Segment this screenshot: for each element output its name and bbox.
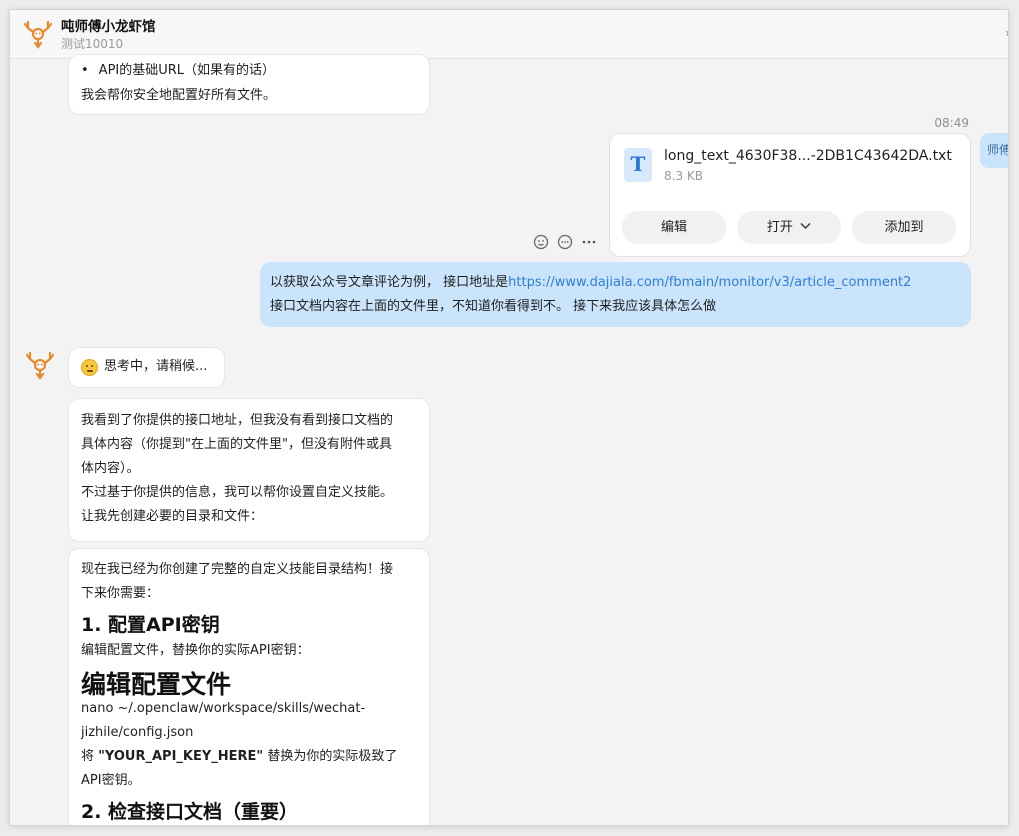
file-size: 8.3 KB	[664, 169, 703, 183]
step-heading: 2. 检查接口文档（重要）	[81, 801, 299, 823]
open-button-label: 打开	[766, 220, 793, 235]
bot-message: • API的基础URL（如果有的话） 我会帮你安全地配置好所有文件。	[68, 54, 430, 115]
chat-subtitle: 测试10010	[61, 37, 124, 51]
message-line: 以获取公众号文章评论为例， 接口地址是https://www.dajiala.c…	[270, 271, 911, 296]
bot-message: 我看到了你提供的接口地址，但我没有看到接口文档的 具体内容（你提到"在上面的文件…	[68, 398, 430, 542]
message-text: API密钥。	[81, 773, 141, 788]
user-message: 以获取公众号文章评论为例， 接口地址是https://www.dajiala.c…	[260, 262, 971, 327]
message-text: 现在我已经为你创建了完整的自定义技能目录结构！接	[81, 562, 394, 577]
message-text: 编辑配置文件，替换你的实际API密钥：	[81, 643, 310, 658]
api-url-link[interactable]: https://www.dajiala.com/fbmain/monitor/v…	[508, 275, 911, 290]
lobster-avatar-icon[interactable]	[22, 18, 54, 50]
message-text: 下来你需要：	[81, 586, 160, 601]
bullet-text: API的基础URL（如果有的话）	[98, 63, 276, 78]
edit-button[interactable]: 编辑	[622, 211, 726, 244]
file-name[interactable]: long_text_4630F38...-2DB1C43642DA.txt	[664, 148, 952, 164]
bullet-icon: •	[81, 63, 89, 78]
add-to-button[interactable]: 添加到	[852, 211, 956, 244]
message-text: 替换为你的实际极致了	[263, 749, 398, 764]
chat-title: 吨师傅小龙虾馆	[61, 19, 156, 35]
code-text: nano ~/.openclaw/workspace/skills/wechat…	[81, 701, 366, 716]
text-file-icon: T	[624, 148, 652, 182]
message-text: 我看到了你提供的接口地址，但我没有看到接口文档的	[81, 413, 394, 428]
open-button[interactable]: 打开	[737, 211, 841, 244]
chevron-down-icon	[800, 223, 811, 229]
message-line: 将 "YOUR_API_KEY_HERE" 替换为你的实际极致了	[81, 745, 397, 770]
code-text: jizhile/config.json	[81, 725, 194, 740]
message-text: 以获取公众号文章评论为例， 接口地址是	[270, 275, 509, 290]
bot-message: 现在我已经为你创建了完整的自定义技能目录结构！接 下来你需要： 1. 配置API…	[68, 548, 430, 825]
section-heading: 编辑配置文件	[81, 670, 232, 699]
file-card[interactable]: T long_text_4630F38...-2DB1C43642DA.txt …	[609, 133, 971, 257]
message-text: 不过基于你提供的信息，我可以帮你设置自定义技能。	[81, 485, 394, 500]
chat-header: 吨师傅小龙虾馆 测试10010 ›	[10, 10, 1008, 59]
step-heading: 1. 配置API密钥	[81, 614, 220, 636]
message-text: 让我先创建必要的目录和文件：	[81, 509, 264, 524]
more-options-icon[interactable]	[579, 234, 599, 254]
message-text: 接口文档内容在上面的文件里，不知道你看得到不。 接下来我应该具体怎么做	[270, 299, 717, 314]
api-key-placeholder: "YOUR_API_KEY_HERE"	[98, 749, 264, 764]
sidebar-peek[interactable]: 师傅	[980, 133, 1008, 168]
thinking-face-icon	[81, 359, 98, 376]
message-text: 我会帮你安全地配置好所有文件。	[81, 88, 277, 103]
chevron-right-icon[interactable]: ›	[1005, 26, 1008, 40]
bullet-row: • API的基础URL（如果有的话）	[81, 59, 275, 84]
comment-icon[interactable]	[555, 234, 575, 254]
emoji-react-icon[interactable]	[531, 234, 551, 254]
thinking-indicator: 思考中，请稍候...	[68, 347, 225, 388]
chat-window: 吨师傅小龙虾馆 测试10010 › • API的基础URL（如果有的话） 我会帮你…	[10, 10, 1008, 825]
lobster-avatar-icon[interactable]	[24, 349, 56, 381]
message-text: 将	[81, 749, 99, 764]
timestamp: 08:49	[934, 116, 969, 130]
thinking-text: 思考中，请稍候...	[104, 359, 208, 375]
message-text: 体内容）。	[81, 461, 140, 476]
message-text: 具体内容（你提到"在上面的文件里"，但没有附件或具	[81, 437, 392, 452]
